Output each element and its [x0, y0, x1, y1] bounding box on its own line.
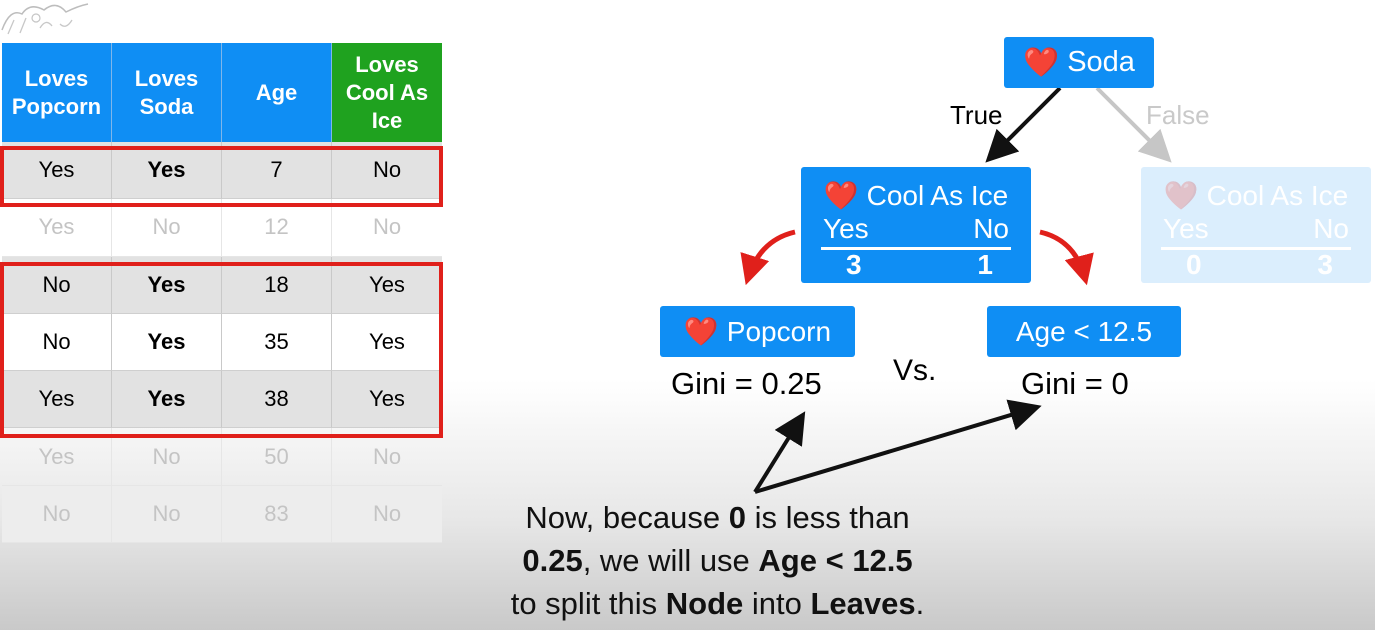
candidate-node-age: Age < 12.5 — [987, 306, 1181, 357]
heart-icon: ❤️ — [1163, 180, 1199, 211]
node-title: Cool As Ice — [866, 180, 1009, 211]
no-count: 3 — [1317, 249, 1333, 280]
caption-line-1: Now, because 0 is less than — [525, 500, 910, 535]
no-count: 1 — [977, 249, 993, 280]
candidate-node-popcorn: ❤️ Popcorn — [660, 306, 855, 357]
caption-line-3: to split this Node into Leaves. — [510, 586, 925, 621]
pointer-arrow-age — [754, 399, 1042, 494]
candidate-age-label: Age < 12.5 — [1015, 315, 1153, 347]
root-node-label: Soda — [1067, 46, 1135, 78]
yes-count: 0 — [1186, 249, 1202, 280]
heart-icon: ❤️ — [683, 316, 719, 347]
root-node-soda: ❤️ Soda — [1004, 37, 1154, 88]
heart-icon: ❤️ — [823, 180, 859, 211]
true-label: True — [950, 100, 1003, 130]
right-node-cool-as-ice: ❤️ Cool As Ice Yes No 0 3 — [1141, 167, 1371, 283]
no-label: No — [1313, 213, 1349, 244]
gini-age: Gini = 0 — [1021, 366, 1129, 401]
left-split-arrow — [740, 229, 796, 286]
candidate-popcorn-label: Popcorn — [726, 315, 832, 347]
heart-icon: ❤️ — [1023, 46, 1060, 79]
node-title: Cool As Ice — [1206, 180, 1349, 211]
yes-label: Yes — [823, 213, 869, 244]
vs-label: Vs. — [893, 354, 937, 387]
no-label: No — [973, 213, 1009, 244]
caption-text: Now, because 0 is less than 0.25, we wil… — [445, 496, 990, 625]
left-node-cool-as-ice: ❤️ Cool As Ice Yes No 3 1 — [801, 167, 1031, 283]
gini-popcorn: Gini = 0.25 — [671, 366, 822, 401]
caption-line-2: 0.25, we will use Age < 12.5 — [522, 543, 913, 578]
yes-label: Yes — [1163, 213, 1209, 244]
yes-count: 3 — [846, 249, 862, 280]
right-split-arrow — [1039, 229, 1094, 286]
false-label: False — [1146, 100, 1210, 130]
